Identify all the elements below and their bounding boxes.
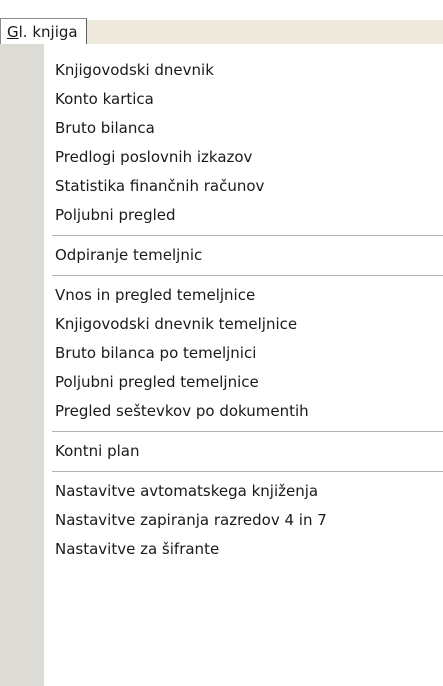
menu-item[interactable]: Bruto bilanca po temeljnici (0, 339, 443, 368)
menu-separator (52, 431, 443, 432)
menu-item[interactable]: Poljubni pregled temeljnice (0, 368, 443, 397)
menu-item[interactable]: Statistika finančnih računov (0, 172, 443, 201)
menu-item[interactable]: Knjigovodski dnevnik temeljnice (0, 310, 443, 339)
menu-item[interactable]: Predlogi poslovnih izkazov (0, 143, 443, 172)
menu-item[interactable]: Nastavitve zapiranja razredov 4 in 7 (0, 506, 443, 535)
menu-bar: Gl. knjiga (0, 0, 443, 44)
menu-separator (52, 471, 443, 472)
menu-item[interactable]: Knjigovodski dnevnik (0, 56, 443, 85)
menu-item[interactable]: Bruto bilanca (0, 114, 443, 143)
menu-title-label: l. knjiga (18, 23, 78, 41)
menu-item[interactable]: Vnos in pregled temeljnice (0, 281, 443, 310)
menu-separator (52, 275, 443, 276)
menu-item[interactable]: Poljubni pregled (0, 201, 443, 230)
menu-item[interactable]: Nastavitve avtomatskega knjiženja (0, 477, 443, 506)
menu-gl-knjiga[interactable]: Gl. knjiga (0, 18, 87, 44)
menu-item[interactable]: Pregled seštevkov po dokumentih (0, 397, 443, 426)
menu-items: Knjigovodski dnevnik Konto kartica Bruto b… (0, 56, 443, 564)
menu-separator (52, 235, 443, 236)
menu-title-accelerator: G (7, 23, 19, 41)
dropdown-menu: Knjigovodski dnevnik Konto kartica Bruto b… (0, 44, 443, 686)
menu-item[interactable]: Kontni plan (0, 437, 443, 466)
menu-item[interactable]: Konto kartica (0, 85, 443, 114)
menu-item[interactable]: Odpiranje temeljnic (0, 241, 443, 270)
menu-item[interactable]: Nastavitve za šifrante (0, 535, 443, 564)
